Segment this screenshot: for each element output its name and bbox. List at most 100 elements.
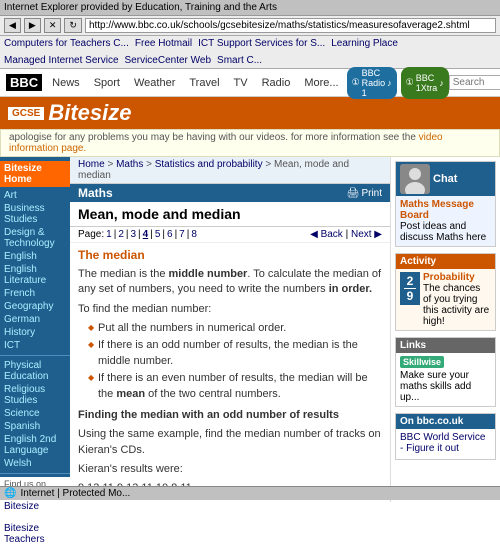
radio1-audio-icon: ♪ — [387, 78, 392, 88]
links-content: Skillwise Make sure your maths skills ad… — [396, 353, 495, 406]
sidebar-pe[interactable]: Physical Education — [0, 359, 70, 383]
print-button[interactable]: 🖨 Print — [347, 188, 382, 199]
sidebar-french[interactable]: French — [0, 287, 70, 300]
article: The median The median is the middle numb… — [70, 243, 390, 502]
nav-radio[interactable]: Radio — [262, 77, 291, 89]
sidebar-bitesize-fb[interactable]: Bitesize — [4, 501, 66, 512]
page-5[interactable]: 5 — [155, 229, 161, 240]
status-icon: 🌐 — [4, 488, 16, 499]
sidebar: Bitesize Home Art Business Studies Desig… — [0, 157, 70, 502]
sidebar-english-lit[interactable]: English Literature — [0, 263, 70, 287]
page-7[interactable]: 7 — [179, 229, 185, 240]
page-4[interactable]: 4 — [143, 229, 149, 240]
nav-link-4[interactable]: Learning Place — [331, 38, 398, 49]
breadcrumb-section[interactable]: Statistics and probability — [155, 159, 263, 170]
back-link[interactable]: ◀ Back — [310, 229, 343, 240]
article-sub-p3: Put the numbers in numerical order: — [78, 501, 382, 502]
sidebar-german[interactable]: German — [0, 313, 70, 326]
nav-more[interactable]: More... — [304, 77, 338, 89]
nav-weather[interactable]: Weather — [134, 77, 175, 89]
nav-tv[interactable]: TV — [234, 77, 248, 89]
window-title: Internet Explorer provided by Education,… — [4, 2, 277, 13]
skillwise-text: Make sure your maths skills add up... — [400, 370, 491, 403]
breadcrumb-maths[interactable]: Maths — [116, 159, 143, 170]
activity-content: 2 9 Probability The chances of you tryin… — [396, 269, 495, 330]
radio-pills: ① BBC Radio 1 ♪ ① BBC 1Xtra ♪ — [347, 67, 449, 99]
page-sep-3: | — [138, 229, 141, 240]
address-input[interactable] — [85, 18, 496, 33]
bbc-nav: News Sport Weather Travel TV Radio More.… — [52, 77, 338, 89]
step-2: If there is an odd number of results, th… — [92, 338, 382, 369]
probability-label: Probability — [423, 272, 491, 283]
sidebar-history[interactable]: History — [0, 326, 70, 339]
title-bar: Internet Explorer provided by Education,… — [0, 0, 500, 16]
nav-link-5[interactable]: Managed Internet Service — [4, 55, 119, 66]
article-steps-list: Put all the numbers in numerical order. … — [92, 321, 382, 402]
page-3[interactable]: 3 — [130, 229, 136, 240]
nav-news[interactable]: News — [52, 77, 80, 89]
bbc-links-box: On bbc.co.uk BBC World Service - Figure … — [395, 413, 496, 460]
fraction-display: 2 9 — [400, 272, 420, 305]
refresh-button[interactable]: ↻ — [64, 18, 82, 33]
activity-box: Activity 2 9 Probability The chances of … — [395, 253, 496, 331]
links-box: Links Skillwise Make sure your maths ski… — [395, 337, 496, 407]
page-2[interactable]: 2 — [118, 229, 124, 240]
article-find-intro: To find the median number: — [78, 302, 382, 317]
sidebar-welsh[interactable]: Welsh — [0, 457, 70, 470]
page-sep-1: | — [114, 229, 117, 240]
sidebar-design[interactable]: Design & Technology — [0, 226, 70, 250]
search-input[interactable] — [449, 75, 500, 90]
nav-link-7[interactable]: Smart C... — [217, 55, 262, 66]
bitesize-title: Bitesize — [48, 100, 131, 126]
page-8[interactable]: 8 — [191, 229, 197, 240]
activity-header: Activity — [396, 254, 495, 269]
next-link[interactable]: Next ▶ — [351, 229, 382, 240]
sidebar-art[interactable]: Art — [0, 189, 70, 202]
chat-header: Chat — [396, 162, 495, 196]
chat-board-text: Post ideas and discuss Maths here — [400, 221, 491, 243]
sidebar-teachers-fb[interactable]: Bitesize Teachers — [4, 523, 66, 545]
sidebar-ict[interactable]: ICT — [0, 339, 70, 352]
nav-link-6[interactable]: ServiceCenter Web — [125, 55, 212, 66]
pagination: Page: 1 | 2 | 3 | 4 | 5 | 6 | 7 | 8 — [70, 227, 390, 243]
nav-link-3[interactable]: ICT Support Services for S... — [198, 38, 325, 49]
address-bar: ◀ ▶ ✕ ↻ — [0, 16, 500, 36]
forward-button[interactable]: ▶ — [24, 18, 41, 33]
links-header: Links — [396, 338, 495, 353]
page-numbers-group: Page: 1 | 2 | 3 | 4 | 5 | 6 | 7 | 8 — [78, 229, 197, 240]
page-label: Page: — [78, 229, 104, 240]
nav-link-1[interactable]: Computers for Teachers C... — [4, 38, 129, 49]
breadcrumb: Home > Maths > Statistics and probabilit… — [70, 157, 390, 184]
sidebar-english[interactable]: English — [0, 250, 70, 263]
sidebar-science[interactable]: Science — [0, 407, 70, 420]
sidebar-re[interactable]: Religious Studies — [0, 383, 70, 407]
back-button[interactable]: ◀ — [4, 18, 21, 33]
sidebar-business[interactable]: Business Studies — [0, 202, 70, 226]
radio1extra-pill[interactable]: ① BBC 1Xtra ♪ — [401, 67, 449, 99]
info-bar: apologise for any problems you may be ha… — [0, 129, 500, 157]
radio1-pill[interactable]: ① BBC Radio 1 ♪ — [347, 67, 397, 99]
bitesize-banner: GCSE Bitesize — [0, 97, 500, 129]
article-sub-p1: Using the same example, find the median … — [78, 427, 382, 458]
bbc-search — [449, 75, 500, 90]
breadcrumb-home[interactable]: Home — [78, 159, 105, 170]
nav-link-2[interactable]: Free Hotmail — [135, 38, 192, 49]
sidebar-spanish[interactable]: Spanish — [0, 420, 70, 433]
page-title: Mean, mode and median — [78, 206, 382, 222]
print-label: Print — [361, 188, 382, 199]
nav-sport[interactable]: Sport — [94, 77, 120, 89]
nav-travel[interactable]: Travel — [189, 77, 219, 89]
skillwise-badge[interactable]: Skillwise — [400, 356, 444, 368]
in-order-bold: in order. — [329, 283, 372, 295]
fraction-bottom: 9 — [407, 289, 414, 303]
activity-desc: The chances of you trying this activity … — [423, 283, 491, 327]
chat-board-title[interactable]: Maths Message Board — [400, 199, 491, 221]
sidebar-english2[interactable]: English 2nd Language — [0, 433, 70, 457]
page-1[interactable]: 1 — [106, 229, 112, 240]
page-6[interactable]: 6 — [167, 229, 173, 240]
stop-button[interactable]: ✕ — [44, 18, 62, 33]
bbc-world-service-link[interactable]: BBC World Service - Figure it out — [400, 432, 491, 454]
sidebar-geography[interactable]: Geography — [0, 300, 70, 313]
right-sidebar: Chat Maths Message Board Post ideas and … — [390, 157, 500, 502]
chat-title: Chat — [433, 173, 457, 185]
